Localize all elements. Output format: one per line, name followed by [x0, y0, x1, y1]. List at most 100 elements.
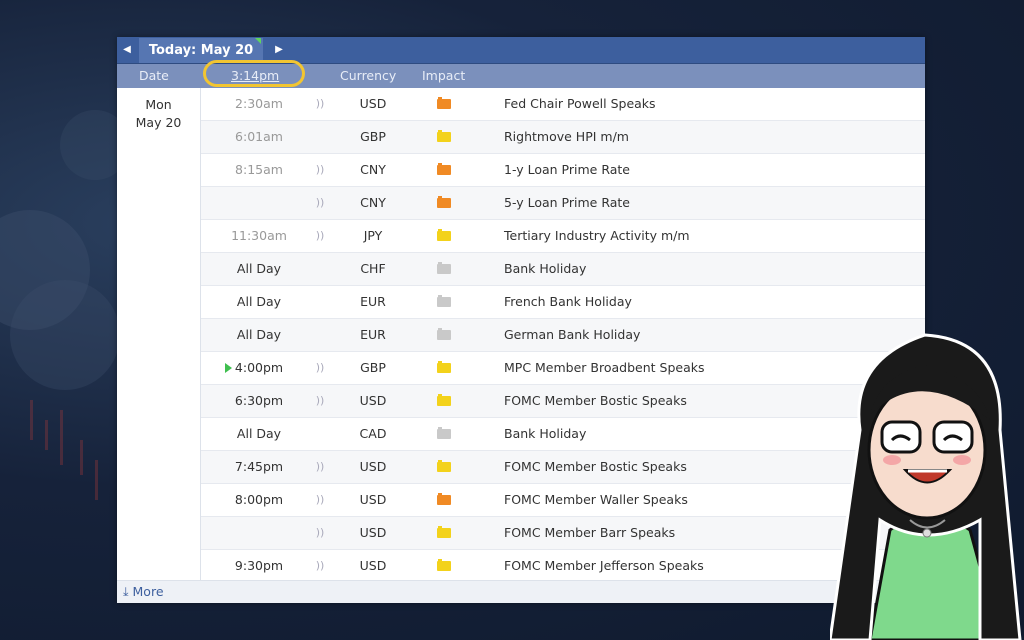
event-title[interactable]: MPC Member Broadbent Speaks	[504, 352, 705, 384]
event-currency: CAD	[359, 426, 387, 441]
cartoon-girl-illustration	[830, 333, 1022, 640]
impact-folder-icon[interactable]	[437, 394, 451, 406]
table-row[interactable]: 6:30pm)) USD FOMC Member Bostic Speaks	[201, 385, 925, 418]
event-currency: JPY	[363, 228, 383, 243]
date-cell: Mon May 20	[117, 88, 201, 581]
date-day: May 20	[135, 115, 182, 130]
prev-day-icon[interactable]: ◀	[117, 37, 137, 63]
speech-icon: ))	[315, 526, 325, 539]
event-title[interactable]: Fed Chair Powell Speaks	[504, 88, 656, 120]
speech-icon: ))	[315, 460, 325, 473]
event-currency: USD	[359, 459, 387, 474]
economic-calendar-panel: ◀ Today: May 20 ▶ Date 3:14pm Currency I…	[117, 37, 925, 603]
event-time: 2:30am	[235, 96, 283, 111]
impact-folder-icon[interactable]	[437, 427, 451, 439]
event-currency: CNY	[360, 195, 386, 210]
event-title[interactable]: German Bank Holiday	[504, 319, 640, 351]
table-row[interactable]: 9:30pm)) USD FOMC Member Jefferson Speaks	[201, 550, 925, 583]
speech-icon: ))	[315, 97, 325, 110]
next-event-arrow-icon	[225, 363, 232, 373]
time-highlight-ring	[203, 60, 305, 87]
event-title[interactable]: Bank Holiday	[504, 253, 586, 285]
table-row[interactable]: All Day EUR French Bank Holiday	[201, 286, 925, 319]
event-title[interactable]: FOMC Member Barr Speaks	[504, 517, 675, 549]
table-row[interactable]: 7:45pm)) USD FOMC Member Bostic Speaks	[201, 451, 925, 484]
table-row[interactable]: )) CNY 5-y Loan Prime Rate	[201, 187, 925, 220]
event-time: 6:01am	[235, 129, 283, 144]
event-currency: USD	[359, 96, 387, 111]
event-time: 8:15am	[235, 162, 283, 177]
event-time: 6:30pm	[234, 393, 284, 408]
impact-folder-icon[interactable]	[437, 361, 451, 373]
table-row[interactable]: 11:30am)) JPY Tertiary Industry Activity m…	[201, 220, 925, 253]
event-title[interactable]: Bank Holiday	[504, 418, 586, 450]
event-time: 8:00pm	[234, 492, 284, 507]
download-arrow-icon: ⤓	[123, 584, 129, 599]
event-currency: USD	[359, 492, 387, 507]
header-date: Date	[139, 68, 169, 83]
speech-icon: ))	[315, 559, 325, 572]
header-currency: Currency	[340, 68, 397, 83]
table-row[interactable]: All Day EUR German Bank Holiday	[201, 319, 925, 352]
event-title[interactable]: FOMC Member Bostic Speaks	[504, 451, 687, 483]
impact-folder-icon[interactable]	[437, 130, 451, 142]
impact-folder-icon[interactable]	[437, 229, 451, 241]
calendar-header-row: Date 3:14pm Currency Impact	[117, 60, 925, 88]
calendar-footer: ⤓ More	[117, 580, 925, 603]
event-currency: EUR	[360, 294, 386, 309]
event-title[interactable]: French Bank Holiday	[504, 286, 632, 318]
impact-folder-icon[interactable]	[437, 493, 451, 505]
event-title[interactable]: Rightmove HPI m/m	[504, 121, 629, 153]
event-time: All Day	[236, 294, 282, 309]
event-currency: GBP	[360, 360, 386, 375]
impact-folder-icon[interactable]	[437, 460, 451, 472]
speech-icon: ))	[315, 229, 325, 242]
impact-folder-icon[interactable]	[437, 163, 451, 175]
event-time: 9:30pm	[234, 558, 284, 573]
event-currency: USD	[359, 558, 387, 573]
speech-icon: ))	[315, 196, 325, 209]
speech-icon: ))	[315, 394, 325, 407]
event-currency: EUR	[360, 327, 386, 342]
event-currency: CNY	[360, 162, 386, 177]
event-title[interactable]: FOMC Member Waller Speaks	[504, 484, 688, 516]
impact-folder-icon[interactable]	[437, 196, 451, 208]
table-row[interactable]: )) USD FOMC Member Barr Speaks	[201, 517, 925, 550]
table-row[interactable]: All Day CHF Bank Holiday	[201, 253, 925, 286]
impact-folder-icon[interactable]	[437, 328, 451, 340]
speech-icon: ))	[315, 361, 325, 374]
event-time: 4:00pm	[234, 360, 284, 375]
header-impact: Impact	[422, 68, 466, 83]
date-weekday: Mon	[145, 97, 172, 112]
more-label: More	[132, 584, 164, 599]
event-time: All Day	[236, 426, 282, 441]
event-title[interactable]: 1-y Loan Prime Rate	[504, 154, 630, 186]
event-title[interactable]: Tertiary Industry Activity m/m	[504, 220, 690, 252]
impact-folder-icon[interactable]	[437, 295, 451, 307]
event-currency: CHF	[360, 261, 386, 276]
table-row[interactable]: 8:15am)) CNY 1-y Loan Prime Rate	[201, 154, 925, 187]
table-row[interactable]: 8:00pm)) USD FOMC Member Waller Speaks	[201, 484, 925, 517]
impact-folder-icon[interactable]	[437, 262, 451, 274]
more-link[interactable]: ⤓ More	[123, 581, 164, 603]
event-time: All Day	[236, 327, 282, 342]
impact-folder-icon[interactable]	[437, 97, 451, 109]
table-row[interactable]: 2:30am)) USD Fed Chair Powell Speaks	[201, 88, 925, 121]
event-title[interactable]: FOMC Member Jefferson Speaks	[504, 550, 704, 582]
speech-icon: ))	[315, 163, 325, 176]
event-time: 7:45pm	[234, 459, 284, 474]
event-currency: USD	[359, 393, 387, 408]
event-time: All Day	[236, 261, 282, 276]
event-title[interactable]: FOMC Member Bostic Speaks	[504, 385, 687, 417]
table-row[interactable]: 6:01am GBP Rightmove HPI m/m	[201, 121, 925, 154]
event-title[interactable]: 5-y Loan Prime Rate	[504, 187, 630, 219]
impact-folder-icon[interactable]	[437, 559, 451, 571]
table-row[interactable]: All Day CAD Bank Holiday	[201, 418, 925, 451]
speech-icon: ))	[315, 493, 325, 506]
table-row[interactable]: 4:00pm)) GBP MPC Member Broadbent Speaks	[201, 352, 925, 385]
event-currency: GBP	[360, 129, 386, 144]
event-time: 11:30am	[231, 228, 287, 243]
event-currency: USD	[359, 525, 387, 540]
event-rows: 2:30am)) USD Fed Chair Powell Speaks 6:01am…	[201, 88, 925, 583]
impact-folder-icon[interactable]	[437, 526, 451, 538]
